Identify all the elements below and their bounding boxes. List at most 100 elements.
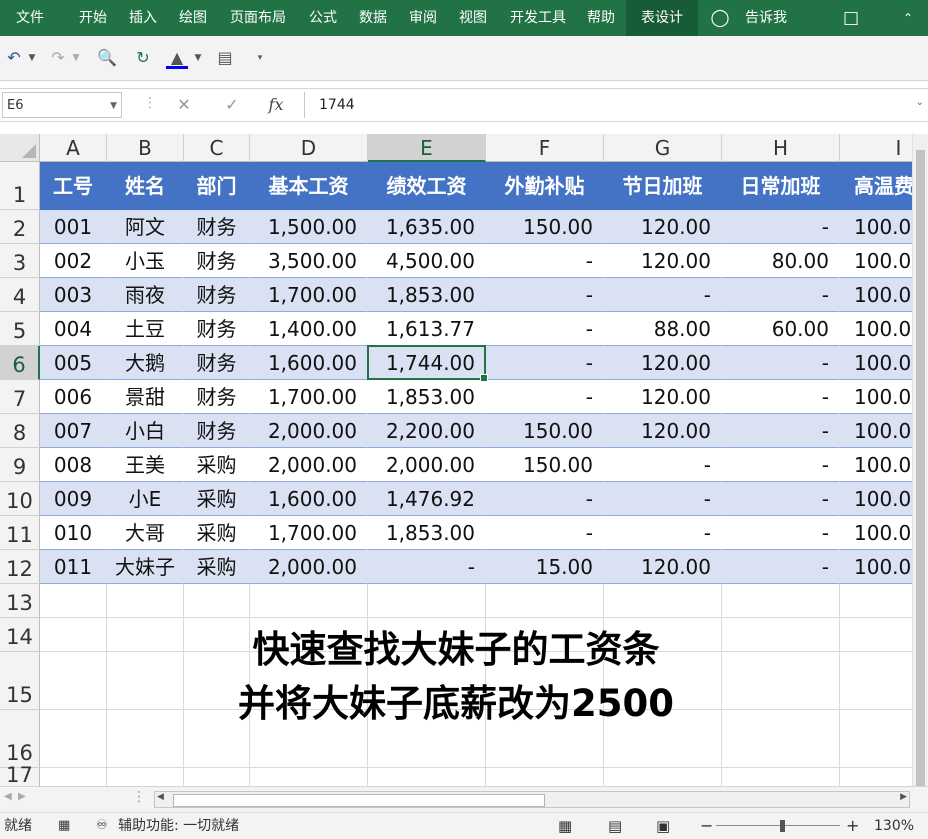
redo-dropdown-icon[interactable]: ▼ bbox=[70, 46, 82, 70]
table-cell[interactable]: 2,000.00 bbox=[250, 414, 368, 448]
table-cell[interactable]: 007 bbox=[40, 414, 107, 448]
page-break-view-icon[interactable]: ▣ bbox=[656, 813, 670, 839]
table-cell[interactable]: 采购 bbox=[184, 448, 250, 482]
accessibility-icon[interactable]: ♾ bbox=[96, 813, 108, 839]
table-cell[interactable]: 1,853.00 bbox=[368, 278, 486, 312]
ribbon-collapse-icon[interactable]: ⌃ bbox=[896, 0, 920, 36]
table-cell[interactable]: - bbox=[486, 278, 604, 312]
form-icon[interactable]: ▤ bbox=[214, 46, 236, 70]
table-cell[interactable]: 雨夜 bbox=[107, 278, 184, 312]
table-cell[interactable]: - bbox=[486, 482, 604, 516]
table-cell[interactable]: - bbox=[722, 482, 840, 516]
empty-cell[interactable] bbox=[604, 584, 722, 618]
expand-formula-bar-icon[interactable]: ⌄ bbox=[916, 97, 924, 108]
empty-cell[interactable] bbox=[40, 584, 107, 618]
table-cell[interactable]: 150.00 bbox=[486, 448, 604, 482]
column-header-a[interactable]: A bbox=[40, 134, 107, 162]
table-cell[interactable]: 财务 bbox=[184, 414, 250, 448]
table-cell[interactable]: 002 bbox=[40, 244, 107, 278]
column-header-h[interactable]: H bbox=[722, 134, 840, 162]
table-cell[interactable]: 60.00 bbox=[722, 312, 840, 346]
macro-record-icon[interactable]: ▦ bbox=[58, 813, 70, 839]
table-cell[interactable]: - bbox=[604, 516, 722, 550]
column-header-d[interactable]: D bbox=[250, 134, 368, 162]
empty-cell[interactable] bbox=[604, 768, 722, 786]
table-cell[interactable]: 150.00 bbox=[486, 210, 604, 244]
empty-cell[interactable] bbox=[840, 768, 912, 786]
table-cell[interactable]: 采购 bbox=[184, 550, 250, 584]
table-cell[interactable]: - bbox=[722, 414, 840, 448]
table-cell[interactable]: 88.00 bbox=[604, 312, 722, 346]
redo-icon[interactable]: ↷ bbox=[48, 46, 68, 70]
table-cell[interactable]: 006 bbox=[40, 380, 107, 414]
tab-table-design[interactable]: 表设计 bbox=[626, 0, 698, 36]
table-cell[interactable]: 3,500.00 bbox=[250, 244, 368, 278]
table-cell[interactable]: - bbox=[722, 346, 840, 380]
tab-data[interactable]: 数据 bbox=[350, 0, 396, 36]
table-cell[interactable]: 100.0 bbox=[840, 482, 912, 516]
row-header-9[interactable]: 9 bbox=[0, 448, 40, 482]
table-cell[interactable]: - bbox=[486, 312, 604, 346]
table-header-cell[interactable]: 日常加班 bbox=[722, 162, 840, 210]
refresh-icon[interactable]: ↻ bbox=[132, 46, 154, 70]
row-header-5[interactable]: 5 bbox=[0, 312, 40, 346]
table-cell[interactable]: 大鹅 bbox=[107, 346, 184, 380]
empty-cell[interactable] bbox=[250, 768, 368, 786]
table-cell[interactable]: 100.0 bbox=[840, 380, 912, 414]
empty-cell[interactable] bbox=[107, 584, 184, 618]
table-cell[interactable]: 005 bbox=[40, 346, 107, 380]
table-cell[interactable]: - bbox=[722, 380, 840, 414]
table-cell[interactable]: 1,476.92 bbox=[368, 482, 486, 516]
table-cell[interactable]: 120.00 bbox=[604, 380, 722, 414]
tab-file[interactable]: 文件 bbox=[4, 0, 56, 36]
row-header-4[interactable]: 4 bbox=[0, 278, 40, 312]
table-cell[interactable]: 100.0 bbox=[840, 346, 912, 380]
zoom-level[interactable]: 130% bbox=[874, 813, 914, 839]
vertical-scroll-thumb[interactable] bbox=[916, 150, 925, 790]
tab-home[interactable]: 开始 bbox=[70, 0, 116, 36]
scroll-right-icon[interactable]: ▶ bbox=[900, 792, 907, 802]
table-cell[interactable]: 1,700.00 bbox=[250, 516, 368, 550]
table-cell[interactable]: 010 bbox=[40, 516, 107, 550]
table-cell[interactable]: 1,500.00 bbox=[250, 210, 368, 244]
table-cell[interactable]: - bbox=[722, 550, 840, 584]
tell-me-search[interactable]: 告诉我 bbox=[736, 0, 796, 36]
zoom-in-icon[interactable]: + bbox=[846, 813, 859, 839]
undo-icon[interactable]: ↶ bbox=[4, 46, 24, 70]
table-cell[interactable]: - bbox=[368, 550, 486, 584]
tab-insert[interactable]: 插入 bbox=[120, 0, 166, 36]
table-cell[interactable]: 财务 bbox=[184, 380, 250, 414]
table-cell[interactable]: 4,500.00 bbox=[368, 244, 486, 278]
table-cell[interactable]: 100.0 bbox=[840, 516, 912, 550]
table-cell[interactable]: 120.00 bbox=[604, 414, 722, 448]
normal-view-icon[interactable]: ▦ bbox=[558, 813, 572, 839]
name-box-dropdown-icon[interactable]: ▼ bbox=[110, 93, 117, 119]
fill-color-dropdown-icon[interactable]: ▼ bbox=[192, 46, 204, 70]
table-cell[interactable]: 1,600.00 bbox=[250, 482, 368, 516]
row-header-7[interactable]: 7 bbox=[0, 380, 40, 414]
table-cell[interactable]: 15.00 bbox=[486, 550, 604, 584]
name-box[interactable]: E6 ▼ bbox=[2, 92, 122, 118]
table-cell[interactable]: 011 bbox=[40, 550, 107, 584]
table-cell[interactable]: 景甜 bbox=[107, 380, 184, 414]
scroll-left-icon[interactable]: ◀ bbox=[157, 792, 164, 802]
page-layout-view-icon[interactable]: ▤ bbox=[608, 813, 622, 839]
empty-cell[interactable] bbox=[184, 768, 250, 786]
zoom-out-icon[interactable]: − bbox=[700, 813, 713, 839]
table-cell[interactable]: 1,700.00 bbox=[250, 278, 368, 312]
table-cell[interactable]: 财务 bbox=[184, 278, 250, 312]
table-header-cell[interactable]: 高温费 bbox=[840, 162, 912, 210]
table-cell[interactable]: 1,600.00 bbox=[250, 346, 368, 380]
empty-cell[interactable] bbox=[486, 768, 604, 786]
table-cell[interactable]: - bbox=[722, 278, 840, 312]
table-cell[interactable]: 100.0 bbox=[840, 244, 912, 278]
table-cell[interactable]: 1,700.00 bbox=[250, 380, 368, 414]
table-cell[interactable]: 003 bbox=[40, 278, 107, 312]
zoom-slider[interactable] bbox=[716, 825, 840, 826]
table-cell[interactable]: 采购 bbox=[184, 482, 250, 516]
table-cell[interactable]: 财务 bbox=[184, 312, 250, 346]
table-cell[interactable]: 大妹子 bbox=[107, 550, 184, 584]
select-all-button[interactable] bbox=[0, 134, 40, 162]
table-cell[interactable]: 2,000.00 bbox=[250, 448, 368, 482]
tab-help[interactable]: 帮助 bbox=[578, 0, 624, 36]
